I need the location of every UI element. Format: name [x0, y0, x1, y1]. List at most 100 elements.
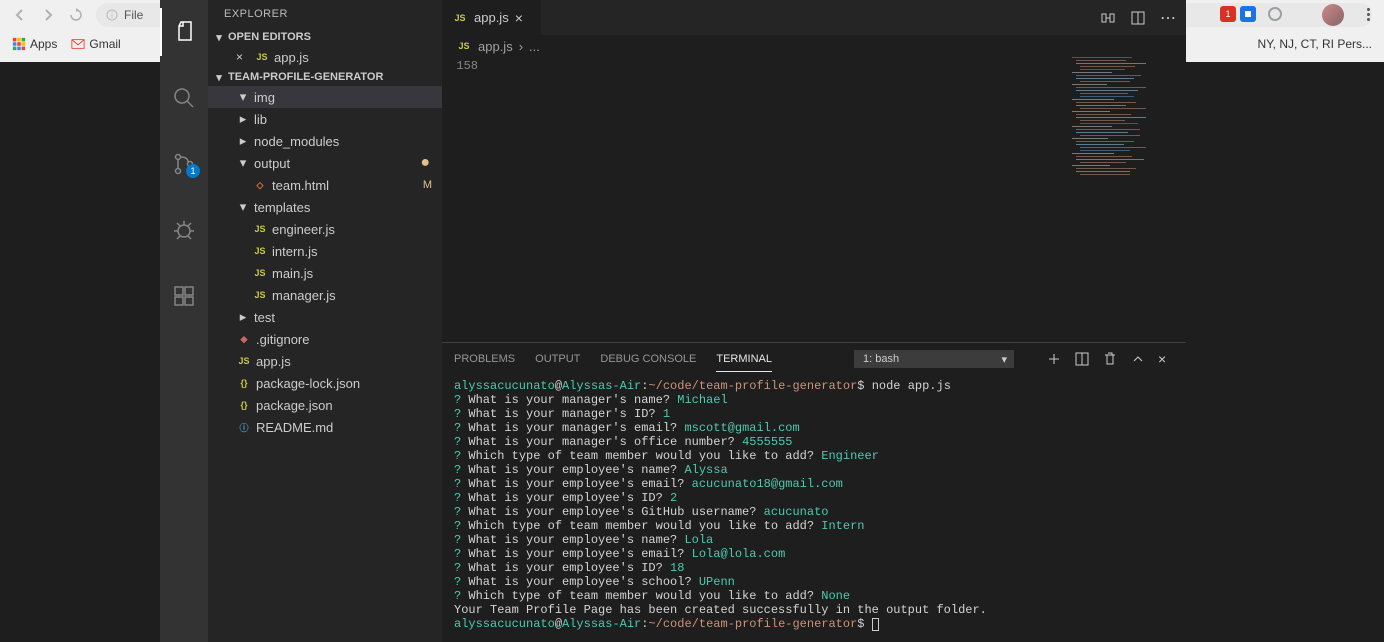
- compare-changes-icon[interactable]: [1100, 10, 1116, 26]
- close-tab-icon[interactable]: ×: [515, 10, 531, 26]
- file-main-js[interactable]: JS main.js: [208, 262, 442, 284]
- stop-recording-button[interactable]: [1240, 6, 1256, 22]
- file-label: intern.js: [272, 244, 318, 259]
- chevron-down-icon: ▾: [236, 90, 250, 104]
- record-circle-icon[interactable]: [1268, 7, 1282, 21]
- js-file-icon: JS: [236, 353, 252, 369]
- line-number: 158: [442, 57, 478, 76]
- file-label: engineer.js: [272, 222, 335, 237]
- extensions-activity[interactable]: [160, 272, 208, 320]
- file-app-js[interactable]: JS app.js: [208, 350, 442, 372]
- more-actions-icon[interactable]: ⋯: [1160, 8, 1176, 28]
- html-file-icon: ◇: [252, 177, 268, 193]
- new-terminal-icon[interactable]: [1046, 351, 1062, 367]
- main-area: 1 EXPLORER ▾ OPEN EDITORS × JS app.js ▾: [160, 0, 1186, 642]
- code-content[interactable]: [492, 57, 1186, 342]
- apps-icon: [12, 37, 26, 51]
- tab-bar: JS app.js × ⋯: [442, 0, 1186, 35]
- file-label: README.md: [256, 420, 333, 435]
- folder-lib[interactable]: ▸ lib: [208, 108, 442, 130]
- right-bookmark[interactable]: NY, NJ, CT, RI Pers...: [1258, 37, 1372, 51]
- files-icon: [173, 20, 197, 44]
- apps-bookmark[interactable]: Apps: [12, 37, 57, 51]
- js-file-icon: JS: [456, 38, 472, 54]
- file-gitignore[interactable]: ◆ .gitignore: [208, 328, 442, 350]
- sidebar-title: EXPLORER: [208, 0, 442, 28]
- terminal-panel: PROBLEMS OUTPUT DEBUG CONSOLE TERMINAL 1…: [442, 342, 1186, 642]
- apps-label: Apps: [30, 37, 57, 51]
- chevron-down-icon: ▾: [212, 70, 226, 84]
- editor-actions: ⋯: [1100, 0, 1186, 35]
- folder-output[interactable]: ▾ output ●: [208, 152, 442, 174]
- terminal-selector[interactable]: 1: bash: [854, 350, 1014, 368]
- file-label: package-lock.json: [256, 376, 360, 391]
- svg-text:i: i: [111, 11, 113, 20]
- profile-avatar[interactable]: [1322, 4, 1344, 26]
- folder-label: img: [254, 90, 275, 105]
- chevron-right-icon: ›: [519, 39, 523, 54]
- search-icon: [172, 86, 196, 110]
- file-team-html[interactable]: ◇ team.html M: [208, 174, 442, 196]
- extensions-icon: [172, 284, 196, 308]
- trash-icon[interactable]: [1102, 351, 1118, 367]
- chevron-down-icon: ▾: [236, 156, 250, 170]
- file-label: main.js: [272, 266, 313, 281]
- vscode-window: 1 EXPLORER ▾ OPEN EDITORS × JS app.js ▾: [160, 0, 1186, 642]
- chevron-down-icon: ▾: [236, 200, 250, 214]
- folder-templates[interactable]: ▾ templates: [208, 196, 442, 218]
- editor-body[interactable]: 158: [442, 57, 1186, 342]
- file-label: team.html: [272, 178, 329, 193]
- debug-activity[interactable]: [160, 206, 208, 254]
- reload-icon[interactable]: [68, 7, 84, 23]
- editor-scrollbar[interactable]: [1172, 114, 1186, 342]
- project-header[interactable]: ▾ TEAM-PROFILE-GENERATOR: [208, 68, 442, 86]
- file-label: .gitignore: [256, 332, 309, 347]
- forward-icon[interactable]: [40, 7, 56, 23]
- json-file-icon: {}: [236, 397, 252, 413]
- json-file-icon: {}: [236, 375, 252, 391]
- file-tree: ▾ img ▸ lib ▸ node_modules ▾ output ●: [208, 86, 442, 438]
- close-icon[interactable]: ×: [236, 50, 250, 64]
- gmail-bookmark[interactable]: Gmail: [71, 37, 120, 51]
- recording-count: 1: [1225, 9, 1230, 19]
- file-manager-js[interactable]: JS manager.js: [208, 284, 442, 306]
- open-editor-item[interactable]: × JS app.js: [208, 46, 442, 68]
- chevron-right-icon: ▸: [236, 134, 250, 148]
- recording-controls: 1: [1220, 6, 1282, 22]
- gmail-icon: [71, 37, 85, 51]
- chevron-up-icon[interactable]: [1130, 351, 1146, 367]
- breadcrumbs[interactable]: JS app.js › ...: [442, 35, 1186, 57]
- file-intern-js[interactable]: JS intern.js: [208, 240, 442, 262]
- folder-node-modules[interactable]: ▸ node_modules: [208, 130, 442, 152]
- breadcrumb-file: app.js: [478, 39, 513, 54]
- file-readme[interactable]: ⓘ README.md: [208, 416, 442, 438]
- file-package-json[interactable]: {} package.json: [208, 394, 442, 416]
- recording-badge[interactable]: 1: [1220, 6, 1236, 22]
- tab-terminal[interactable]: TERMINAL: [716, 347, 772, 372]
- folder-img[interactable]: ▾ img: [208, 86, 442, 108]
- tab-debug-console[interactable]: DEBUG CONSOLE: [600, 347, 696, 371]
- right-bookmark-label: NY, NJ, CT, RI Pers...: [1258, 37, 1372, 51]
- terminal-body[interactable]: alyssacucunato@Alyssas-Air:~/code/team-p…: [442, 375, 1186, 642]
- file-label: package.json: [256, 398, 333, 413]
- panel-actions: ×: [1046, 351, 1174, 367]
- tab-app-js[interactable]: JS app.js ×: [442, 0, 542, 35]
- split-editor-icon[interactable]: [1130, 10, 1146, 26]
- folder-test[interactable]: ▸ test: [208, 306, 442, 328]
- file-package-lock[interactable]: {} package-lock.json: [208, 372, 442, 394]
- tab-problems[interactable]: PROBLEMS: [454, 347, 515, 371]
- gmail-label: Gmail: [89, 37, 120, 51]
- panel-tabs: PROBLEMS OUTPUT DEBUG CONSOLE TERMINAL 1…: [442, 343, 1186, 375]
- split-terminal-icon[interactable]: [1074, 351, 1090, 367]
- scm-activity[interactable]: 1: [160, 140, 208, 188]
- search-activity[interactable]: [160, 74, 208, 122]
- back-icon[interactable]: [12, 7, 28, 23]
- file-engineer-js[interactable]: JS engineer.js: [208, 218, 442, 240]
- js-file-icon: JS: [452, 10, 468, 26]
- explorer-activity[interactable]: [160, 8, 208, 56]
- open-editors-header[interactable]: ▾ OPEN EDITORS: [208, 28, 442, 46]
- browser-menu-icon[interactable]: [1367, 8, 1370, 21]
- folder-label: output: [254, 156, 290, 171]
- close-panel-icon[interactable]: ×: [1158, 351, 1174, 367]
- tab-output[interactable]: OUTPUT: [535, 347, 580, 371]
